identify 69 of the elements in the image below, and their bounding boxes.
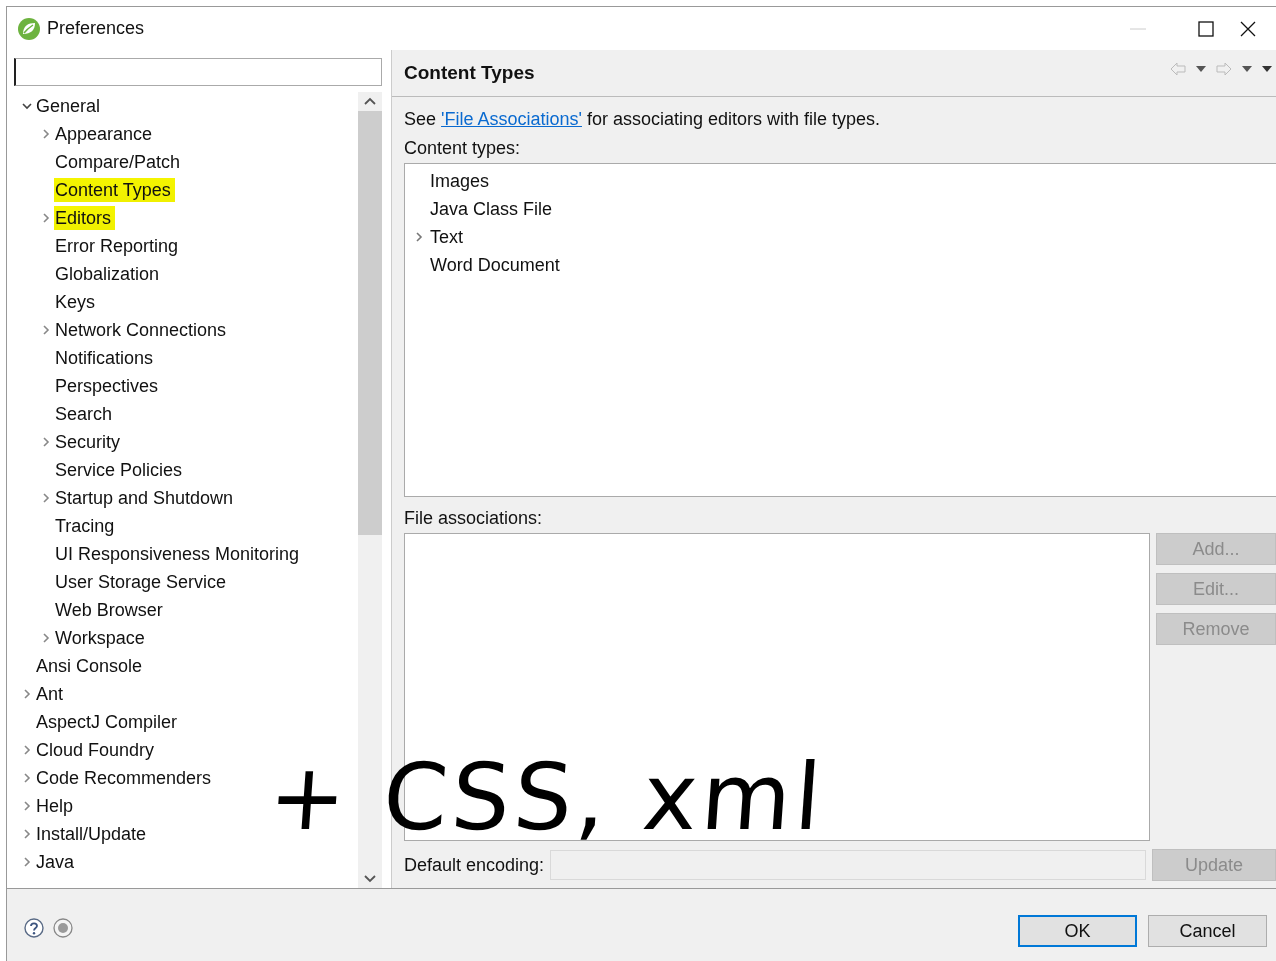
scrollbar[interactable]: [358, 92, 382, 888]
scroll-down-icon[interactable]: [364, 874, 376, 883]
menu-icon[interactable]: [1262, 66, 1272, 72]
collapsed-chevron-icon[interactable]: [22, 689, 32, 699]
collapsed-chevron-icon[interactable]: [414, 232, 424, 242]
content-type-item[interactable]: Images: [430, 170, 490, 192]
description-text: See: [404, 109, 438, 129]
tree-item[interactable]: Content Types: [54, 178, 175, 202]
tree-item[interactable]: Compare/Patch: [54, 150, 185, 174]
tree-item[interactable]: Search: [54, 402, 117, 426]
tree-item[interactable]: Ant: [35, 682, 68, 706]
tree-item[interactable]: Appearance: [54, 122, 157, 146]
tree-item[interactable]: Editors: [54, 206, 116, 230]
collapsed-chevron-icon[interactable]: [22, 801, 32, 811]
expanded-chevron-icon[interactable]: [22, 101, 32, 111]
content-type-item[interactable]: Text: [430, 226, 463, 248]
tree-item[interactable]: Error Reporting: [54, 234, 183, 258]
encoding-label: Default encoding:: [404, 854, 545, 876]
tree-item[interactable]: AspectJ Compiler: [35, 710, 182, 734]
dialog-button[interactable]: Cancel: [1148, 915, 1267, 947]
tree-item[interactable]: Java: [35, 850, 79, 874]
tree-item[interactable]: Code Recommenders: [35, 766, 216, 790]
dropdown-icon[interactable]: [1242, 66, 1252, 72]
content-types-label: Content types:: [404, 137, 522, 160]
description-text: for associating editors with file types.: [585, 109, 881, 129]
tree-item[interactable]: Security: [54, 430, 125, 454]
collapsed-chevron-icon[interactable]: [41, 493, 51, 503]
handwritten-note: + CSS, xml: [265, 752, 828, 844]
help-icon[interactable]: [24, 918, 44, 938]
tree-item[interactable]: Service Policies: [54, 458, 187, 482]
tree-item[interactable]: Globalization: [54, 262, 164, 286]
tree-item[interactable]: Network Connections: [54, 318, 231, 342]
collapsed-chevron-icon[interactable]: [41, 633, 51, 643]
tree-item[interactable]: UI Responsiveness Monitoring: [54, 542, 304, 566]
filter-field[interactable]: [14, 58, 382, 86]
tree-item[interactable]: Install/Update: [35, 822, 151, 846]
app-logo-icon: [17, 16, 41, 41]
file-associations-link[interactable]: 'File Associations': [441, 109, 582, 129]
scroll-up-icon[interactable]: [364, 97, 376, 106]
file-associations-label: File associations:: [404, 507, 544, 530]
record-icon[interactable]: [53, 918, 73, 938]
window-title: Preferences: [47, 18, 145, 39]
tree-item[interactable]: Notifications: [54, 346, 158, 370]
tree-item[interactable]: Perspectives: [54, 374, 163, 398]
collapsed-chevron-icon[interactable]: [41, 213, 51, 223]
tree-item[interactable]: User Storage Service: [54, 570, 231, 594]
collapsed-chevron-icon[interactable]: [41, 437, 51, 447]
tree-item[interactable]: Cloud Foundry: [35, 738, 159, 762]
dropdown-icon[interactable]: [1196, 66, 1206, 72]
page-title: Content Types: [404, 62, 536, 84]
content-type-item[interactable]: Word Document: [430, 254, 560, 276]
tree-item[interactable]: Web Browser: [54, 598, 167, 622]
collapsed-chevron-icon[interactable]: [41, 325, 51, 335]
tree-item[interactable]: Startup and Shutdown: [54, 486, 238, 510]
collapsed-chevron-icon[interactable]: [22, 745, 32, 755]
tree-item[interactable]: General: [35, 94, 105, 118]
collapsed-chevron-icon[interactable]: [22, 829, 32, 839]
tree-item[interactable]: Keys: [54, 290, 100, 314]
tree-item[interactable]: Ansi Console: [35, 654, 147, 678]
collapsed-chevron-icon[interactable]: [22, 773, 32, 783]
tree-item[interactable]: Workspace: [54, 626, 149, 650]
dialog-button[interactable]: OK: [1018, 915, 1137, 947]
close-icon[interactable]: [1240, 20, 1256, 37]
content-type-item[interactable]: Java Class File: [430, 198, 553, 220]
collapsed-chevron-icon[interactable]: [22, 857, 32, 867]
maximize-icon[interactable]: [1198, 20, 1214, 37]
tree-item[interactable]: Help: [35, 794, 78, 818]
collapsed-chevron-icon[interactable]: [41, 129, 51, 139]
tree-item[interactable]: Tracing: [54, 514, 119, 538]
